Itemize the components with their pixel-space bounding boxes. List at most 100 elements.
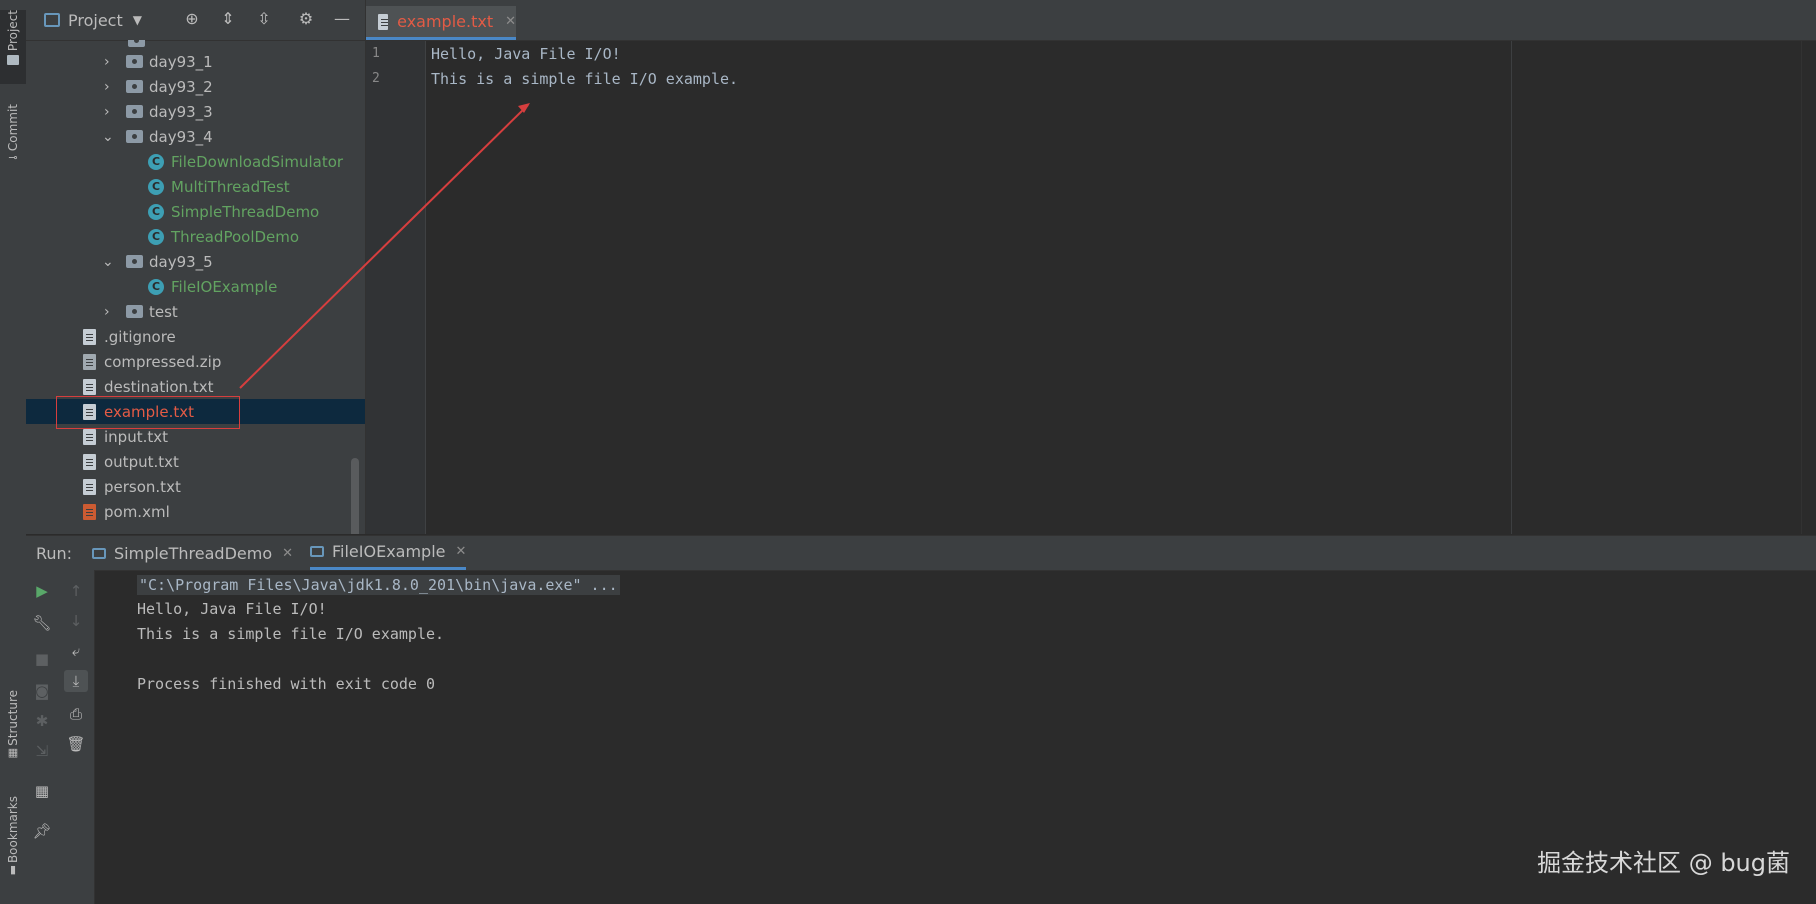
exit-icon[interactable]: ⇲ — [30, 740, 54, 762]
run-label: Run: — [36, 543, 73, 563]
tree-row[interactable]: C FileIOExample — [26, 274, 365, 299]
print-icon[interactable]: ⎙ — [64, 703, 88, 725]
folder-icon — [126, 80, 143, 93]
commit-tool-tab-label: Commit — [6, 104, 20, 152]
folder-icon — [128, 40, 145, 47]
maven-xml-icon — [83, 503, 96, 520]
run-toolbar-secondary: ↑ ↓ ⤶ ⤓ ⎙ 🗑︎ — [59, 570, 95, 904]
run-tab-simplethreaddemo[interactable]: SimpleThreadDemo ✕ — [92, 536, 293, 570]
tree-row[interactable]: ⌄ day93_4 — [26, 124, 365, 149]
code-editor[interactable]: 1 2 Hello, Java File I/O! This is a simp… — [366, 41, 1816, 534]
line-number-gutter: 1 2 — [366, 41, 426, 534]
folder-icon — [126, 130, 143, 143]
tree-row[interactable]: C FileDownloadSimulator — [26, 149, 365, 174]
soft-wrap-icon[interactable]: ⤶ — [64, 640, 88, 662]
bookmarks-tool-tab[interactable]: Bookmarks ▮ — [0, 796, 26, 888]
bookmarks-tool-tab-label: Bookmarks — [6, 796, 20, 864]
java-class-icon: C — [148, 178, 164, 195]
chevron-down-icon[interactable]: ⌄ — [102, 129, 114, 145]
tree-row[interactable]: output.txt — [26, 449, 365, 474]
collapse-all-icon[interactable]: ⇳ — [255, 10, 273, 28]
code-line[interactable]: This is a simple file I/O example. — [431, 70, 738, 88]
console-line: Hello, Java File I/O! — [137, 600, 327, 618]
rerun-icon[interactable]: ▶ — [30, 580, 54, 602]
chevron-down-icon[interactable]: ▼ — [133, 13, 142, 27]
tree-row[interactable]: › test — [26, 299, 365, 324]
line-number: 1 — [372, 46, 380, 61]
tree-row[interactable]: person.txt — [26, 474, 365, 499]
stop-icon[interactable]: ■ — [30, 648, 54, 670]
locate-file-icon[interactable]: ⊕ — [183, 10, 201, 28]
tree-row[interactable]: pom.xml — [26, 499, 365, 524]
tree-item-label: pom.xml — [104, 502, 170, 521]
close-icon[interactable]: ✕ — [456, 544, 467, 559]
text-file-icon — [83, 453, 96, 470]
structure-tool-tab[interactable]: Structure ▦ — [0, 690, 26, 772]
tree-row[interactable]: ⌄ day93_5 — [26, 249, 365, 274]
trash-icon[interactable]: 🗑︎ — [64, 733, 88, 755]
watermark: 掘金技术社区 @ bug菌 — [1537, 849, 1790, 877]
tree-item-label: FileIOExample — [171, 277, 278, 296]
java-class-icon: C — [148, 228, 164, 245]
close-icon[interactable]: ✕ — [282, 546, 293, 561]
tree-row[interactable]: › day93_1 — [26, 49, 365, 74]
run-config-icon — [310, 546, 324, 557]
java-class-icon: C — [148, 278, 164, 295]
editor-tab-example-txt[interactable]: example.txt ✕ — [366, 6, 516, 40]
line-number: 2 — [372, 71, 380, 86]
close-icon[interactable]: ✕ — [505, 14, 516, 29]
folder-icon — [126, 105, 143, 118]
tree-item-label: output.txt — [104, 452, 179, 471]
chevron-right-icon[interactable]: › — [104, 79, 110, 95]
pin-icon[interactable]: 📌︎ — [30, 820, 54, 842]
editor-scrollbar[interactable] — [1801, 41, 1816, 534]
chevron-right-icon[interactable]: › — [104, 104, 110, 120]
tree-item-label: day93_2 — [149, 77, 213, 96]
gear-icon[interactable]: ⚙ — [297, 10, 315, 28]
project-tool-tab[interactable]: Project — [0, 10, 26, 84]
folder-icon — [7, 55, 19, 66]
arrow-up-icon[interactable]: ↑ — [64, 580, 88, 602]
tree-row[interactable]: › day93_3 — [26, 99, 365, 124]
bookmark-icon: ▮ — [9, 863, 17, 877]
tree-item-label: day93_5 — [149, 252, 213, 271]
code-line[interactable]: Hello, Java File I/O! — [431, 45, 621, 63]
tree-scrollbar[interactable] — [351, 458, 359, 534]
layout-icon[interactable]: ▦ — [30, 780, 54, 802]
run-header: Run: SimpleThreadDemo ✕ FileIOExample ✕ — [26, 535, 1816, 571]
tree-row[interactable]: › day93_2 — [26, 74, 365, 99]
tree-row[interactable]: .gitignore — [26, 324, 365, 349]
tree-row[interactable]: compressed.zip — [26, 349, 365, 374]
chevron-right-icon[interactable]: › — [104, 304, 110, 320]
tree-item-label: ThreadPoolDemo — [171, 227, 300, 246]
run-tab-label: SimpleThreadDemo — [114, 543, 273, 563]
tree-item-label: day93_4 — [149, 127, 213, 146]
java-class-icon: C — [148, 153, 164, 170]
tree-item-label: test — [149, 302, 178, 321]
text-file-icon — [83, 478, 96, 495]
debug-icon[interactable]: ✱ — [30, 710, 54, 732]
tree-row[interactable]: C ThreadPoolDemo — [26, 224, 365, 249]
console-line: Process finished with exit code 0 — [137, 675, 436, 693]
hide-panel-icon[interactable]: — — [333, 10, 351, 28]
gitignore-file-icon — [83, 328, 96, 345]
chevron-down-icon[interactable]: ⌄ — [102, 254, 114, 270]
project-view-selector[interactable]: Project — [68, 11, 123, 30]
wrench-icon[interactable]: 🔧︎ — [30, 612, 54, 634]
commit-tool-tab[interactable]: Commit ⊸ — [0, 104, 26, 178]
text-file-icon — [83, 428, 96, 445]
text-file-icon — [378, 13, 389, 30]
console-command-line[interactable]: "C:\Program Files\Java\jdk1.8.0_201\bin\… — [137, 575, 620, 595]
run-tab-fileioexample[interactable]: FileIOExample ✕ — [310, 536, 467, 570]
scroll-to-end-icon[interactable]: ⤓ — [64, 670, 88, 692]
run-tab-label: FileIOExample — [332, 542, 446, 561]
tree-row[interactable]: C MultiThreadTest — [26, 174, 365, 199]
expand-all-icon[interactable]: ⇕ — [219, 10, 237, 28]
chevron-right-icon[interactable]: › — [104, 54, 110, 70]
structure-icon: ▦ — [7, 745, 19, 759]
arrow-down-icon[interactable]: ↓ — [64, 610, 88, 632]
project-tree: › day93_1 › day93_2 › day93_3 ⌄ day93_4 … — [26, 40, 365, 534]
camera-icon[interactable]: ◙ — [30, 680, 54, 702]
tree-row[interactable]: C SimpleThreadDemo — [26, 199, 365, 224]
folder-icon — [126, 55, 143, 68]
